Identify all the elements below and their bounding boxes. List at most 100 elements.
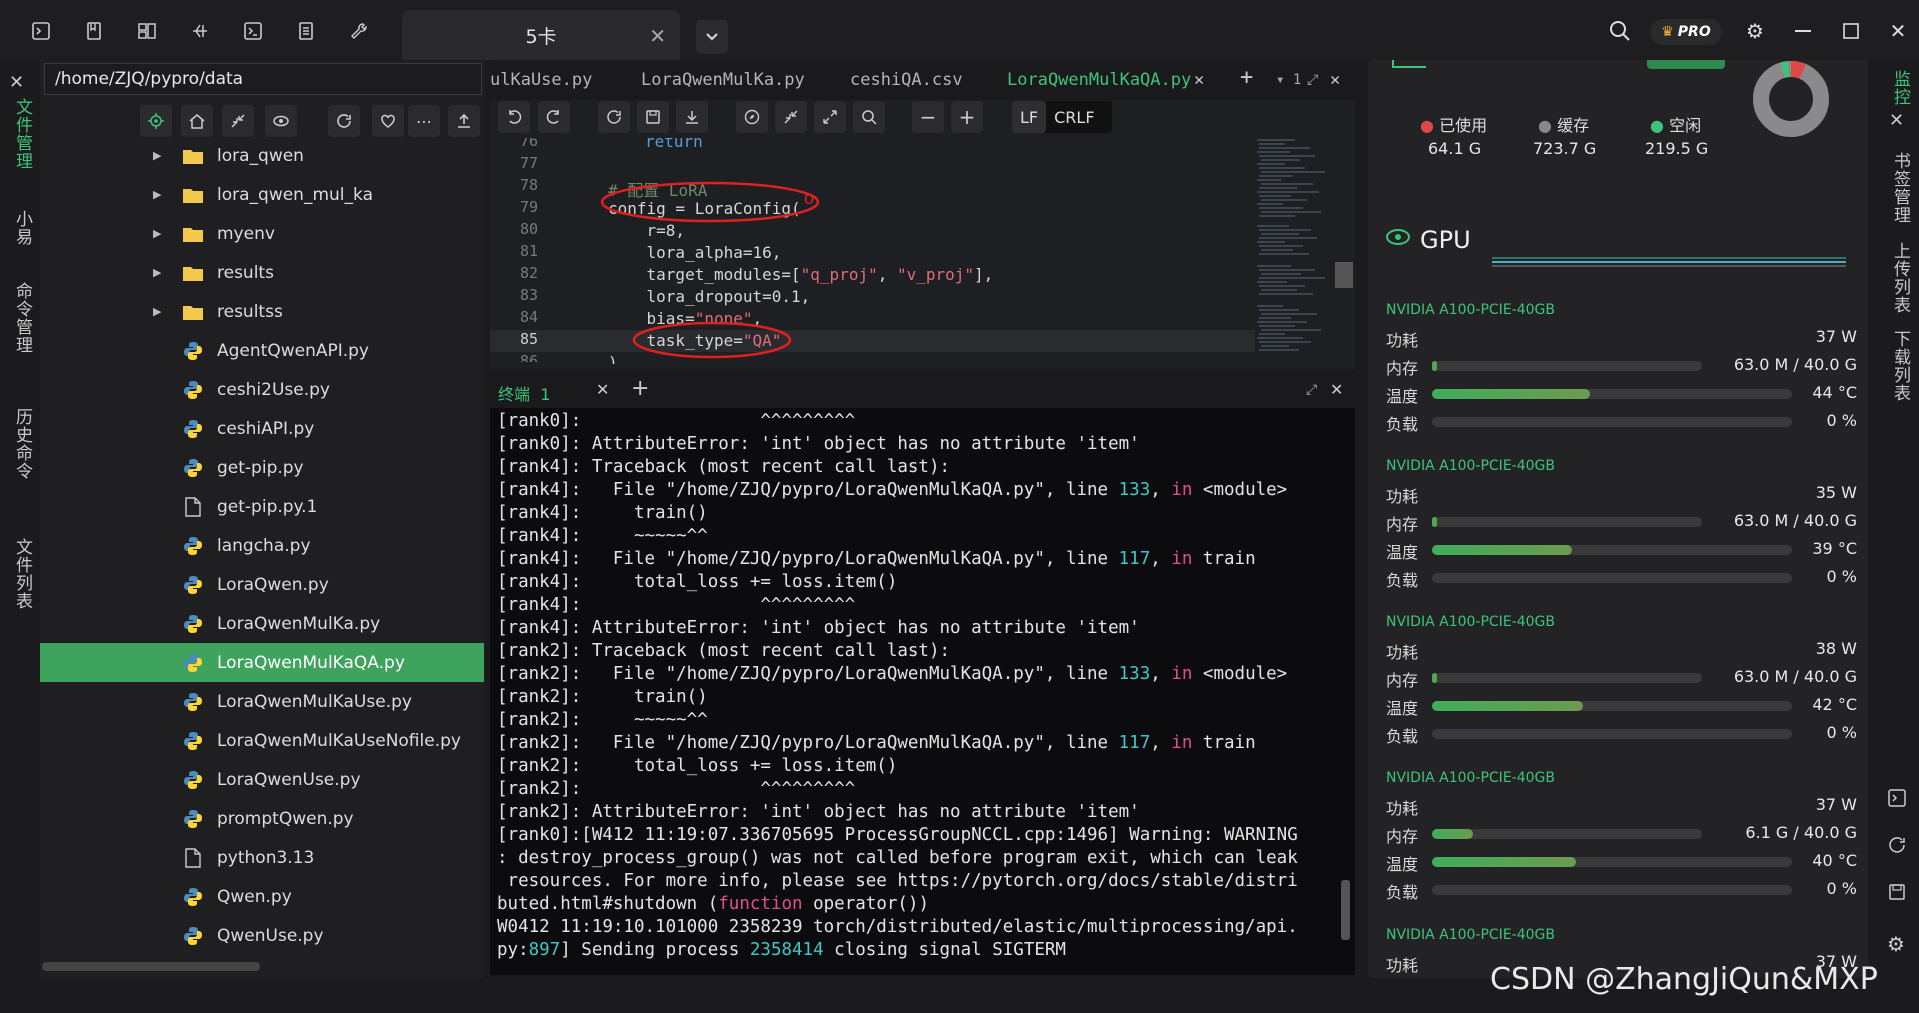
- file-row[interactable]: get-pip.py: [40, 448, 484, 487]
- rail-item-download-list[interactable]: 下载列表: [1888, 330, 1913, 402]
- rail-item-file-list[interactable]: 文件列表: [10, 538, 35, 610]
- maximize-icon[interactable]: [1836, 16, 1866, 46]
- redo-icon[interactable]: [538, 101, 570, 133]
- expand-arrow-icon[interactable]: ▶: [153, 227, 161, 240]
- folder-row[interactable]: ▶ myenv: [40, 214, 484, 253]
- file-row[interactable]: Qwen.py: [40, 877, 484, 916]
- add-terminal-icon[interactable]: +: [631, 376, 649, 401]
- close-icon[interactable]: ✕: [9, 72, 24, 93]
- chevron-down-icon[interactable]: [696, 20, 728, 54]
- zoom-in-icon[interactable]: +: [951, 101, 983, 133]
- close-icon[interactable]: ✕: [1194, 70, 1204, 90]
- editor-tab[interactable]: LoraQwenMulKa.py: [641, 70, 805, 90]
- save-icon[interactable]: [1887, 882, 1907, 902]
- home-icon[interactable]: [181, 105, 213, 137]
- rail-item-bookmarks[interactable]: 书签管理: [1888, 152, 1913, 224]
- line-ending-toggle[interactable]: LF CRLF: [1012, 101, 1112, 133]
- editor-tab-active[interactable]: LoraQwenMulKaQA.py: [1007, 70, 1191, 90]
- file-row[interactable]: LoraQwenMulKaQA.py: [40, 643, 484, 682]
- expand-arrow-icon[interactable]: ▶: [153, 305, 161, 318]
- close-icon[interactable]: ✕: [649, 24, 666, 48]
- session-tab[interactable]: 5卡 ✕: [402, 10, 680, 60]
- add-tab-icon[interactable]: +: [1240, 65, 1253, 90]
- folder-row[interactable]: ▶ lora_qwen: [40, 136, 484, 175]
- terminal-icon[interactable]: [1887, 788, 1907, 808]
- file-row[interactable]: LoraQwen.py: [40, 565, 484, 604]
- undo-icon[interactable]: [498, 101, 530, 133]
- minimize-icon[interactable]: [1788, 16, 1818, 46]
- folder-row[interactable]: ▶ results: [40, 253, 484, 292]
- pro-badge[interactable]: ♛ PRO: [1650, 19, 1722, 45]
- expand-arrow-icon[interactable]: ▶: [153, 149, 161, 162]
- reload-icon[interactable]: [598, 101, 630, 133]
- file-row[interactable]: LoraQwenMulKa.py: [40, 604, 484, 643]
- eye-icon[interactable]: [1385, 228, 1411, 246]
- lf-option[interactable]: LF: [1012, 101, 1047, 133]
- folder-row[interactable]: ▶ lora_qwen_mul_ka: [40, 175, 484, 214]
- code-minimap[interactable]: [1255, 136, 1335, 356]
- maximize-panel-icon[interactable]: ⤢: [1306, 382, 1317, 398]
- editor-tab[interactable]: ulKaUse.py: [490, 70, 592, 90]
- rail-item-xiaoyi[interactable]: 小易: [10, 210, 35, 246]
- rail-item-monitor[interactable]: 监控: [1888, 70, 1913, 106]
- close-icon[interactable]: ✕: [1889, 110, 1904, 131]
- gpu-name: NVIDIA A100-PCIE-40GB: [1386, 614, 1555, 630]
- expand-arrow-icon[interactable]: ▶: [153, 188, 161, 201]
- file-row[interactable]: LoraQwenMulKaUse.py: [40, 682, 484, 721]
- close-window-icon[interactable]: ✕: [1883, 16, 1913, 46]
- save-icon[interactable]: [637, 101, 669, 133]
- gear-icon[interactable]: ⚙: [1887, 932, 1905, 956]
- terminal-icon[interactable]: [28, 18, 54, 44]
- upload-icon[interactable]: [448, 105, 480, 137]
- refresh-icon[interactable]: [1887, 835, 1907, 855]
- search-icon[interactable]: [853, 101, 885, 133]
- file-row[interactable]: QwenUse.py: [40, 916, 484, 955]
- path-input[interactable]: /home/ZJQ/pypro/data: [44, 63, 482, 95]
- file-row[interactable]: LoraQwenUse.py: [40, 760, 484, 799]
- close-panel-icon[interactable]: ✕: [1330, 380, 1343, 399]
- expand-icon[interactable]: [814, 101, 846, 133]
- file-row[interactable]: AgentQwenAPI.py: [40, 331, 484, 370]
- rail-item-upload-list[interactable]: 上传列表: [1888, 242, 1913, 314]
- close-icon[interactable]: ✕: [596, 380, 609, 399]
- file-row[interactable]: get-pip.py.1: [40, 487, 484, 526]
- file-row[interactable]: ceshi2Use.py: [40, 370, 484, 409]
- file-row[interactable]: ceshiAPI.py: [40, 409, 484, 448]
- rail-item-command-manager[interactable]: 命令管理: [10, 282, 35, 354]
- command-icon[interactable]: [240, 18, 266, 44]
- shrink-icon[interactable]: [775, 101, 807, 133]
- split-count[interactable]: ▾ 1: [1276, 72, 1301, 88]
- terminal-scrollbar[interactable]: [1341, 880, 1350, 940]
- editor-tab[interactable]: ceshiQA.csv: [850, 70, 963, 90]
- zoom-out-icon[interactable]: −: [912, 101, 944, 133]
- horizontal-scrollbar[interactable]: [42, 962, 260, 971]
- collapse-icon[interactable]: [222, 105, 254, 137]
- locate-icon[interactable]: [140, 105, 172, 137]
- rail-item-history-commands[interactable]: 历史命令: [10, 408, 35, 480]
- tree-icon[interactable]: [187, 18, 213, 44]
- maximize-panel-icon[interactable]: ⤢: [1307, 72, 1318, 88]
- wrench-icon[interactable]: [346, 18, 372, 44]
- document-icon[interactable]: [293, 18, 319, 44]
- refresh-icon[interactable]: [328, 105, 360, 137]
- more-icon[interactable]: ⋯: [408, 105, 440, 137]
- gear-icon[interactable]: ⚙: [1740, 16, 1770, 46]
- compass-icon[interactable]: [736, 101, 768, 133]
- search-icon[interactable]: [1605, 16, 1635, 46]
- rail-item-file-manager[interactable]: 文件管理: [10, 98, 35, 170]
- file-row[interactable]: langcha.py: [40, 526, 484, 565]
- layout-icon[interactable]: [134, 18, 160, 44]
- folder-row[interactable]: ▶ resultss: [40, 292, 484, 331]
- close-panel-icon[interactable]: ✕: [1330, 70, 1340, 90]
- crlf-option[interactable]: CRLF: [1046, 108, 1102, 127]
- file-row[interactable]: promptQwen.py: [40, 799, 484, 838]
- terminal-tab[interactable]: 终端 1: [498, 381, 550, 405]
- editor-scrollbar-thumb[interactable]: [1335, 262, 1353, 288]
- file-row[interactable]: LoraQwenMulKaUseNofile.py: [40, 721, 484, 760]
- download-icon[interactable]: [676, 101, 708, 133]
- heart-icon[interactable]: [372, 105, 404, 137]
- expand-arrow-icon[interactable]: ▶: [153, 266, 161, 279]
- eye-icon[interactable]: [265, 105, 297, 137]
- file-row[interactable]: python3.13: [40, 838, 484, 877]
- bookmark-icon[interactable]: [81, 18, 107, 44]
